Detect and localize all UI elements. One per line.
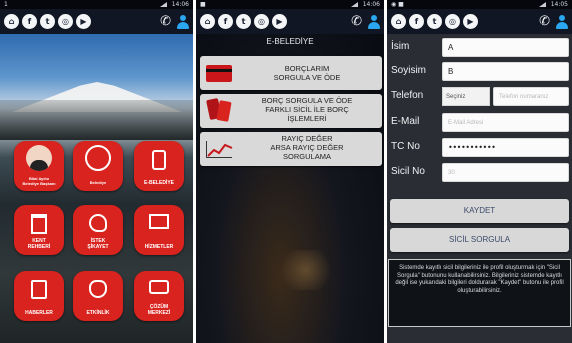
tile-e-belediye-label: E-BELEDİYE [143,180,174,186]
email-field[interactable]: E-Mail Adresi [442,113,569,132]
info-box: Sistemde kayıtlı sicil bilgileriniz ile … [388,259,571,327]
youtube-icon[interactable]: ▶ [272,14,287,29]
tile-haberler[interactable]: HABERLER [14,271,64,321]
surname-field[interactable]: B [442,62,569,81]
phone-call-icon[interactable]: ✆ [539,15,550,28]
status-time: 14:06 [362,1,380,8]
phone-prefix-select[interactable]: Seçiniz [442,87,490,106]
status-time: 14:05 [550,1,568,8]
save-button[interactable]: KAYDET [390,199,569,223]
twitter-icon[interactable]: t [40,14,55,29]
menu-borclarim-label: BORÇLARIM SORGULA VE ÖDE [273,64,341,82]
mobile-phone-icon [152,150,166,170]
tile-e-belediye[interactable]: E-BELEDİYE [134,141,184,191]
twitter-icon[interactable]: t [236,14,251,29]
instagram-icon[interactable]: ◎ [254,14,269,29]
youtube-icon[interactable]: ▶ [76,14,91,29]
theater-mask-icon [89,280,107,298]
name-field[interactable]: A [442,38,569,57]
municipality-seal-icon [85,145,111,171]
cards-icon [206,97,232,122]
tile-cozum-merkezi-label: ÇÖZÜM MERKEZİ [147,304,171,316]
home-icon[interactable]: ⌂ [4,14,19,29]
surname-label: Soyisim [391,65,427,76]
tile-kent-rehberi[interactable]: KENT REHBERİ [14,205,64,255]
facebook-icon[interactable]: f [218,14,233,29]
sicil-query-button[interactable]: SİCİL SORGULA [390,228,569,252]
signal-icon [539,2,546,7]
menu-rayic-deger[interactable]: RAYIÇ DEĞER ARSA RAYIÇ DEĞER SORGULAMA [200,132,382,166]
tile-municipality-label: Belediye [89,180,107,185]
user-profile-icon[interactable] [368,14,380,29]
line-chart-icon [206,141,233,158]
menu-farkli-sicil[interactable]: BORÇ SORGULA VE ÖDE FARKLI SİCİL İLE BOR… [200,94,382,128]
user-profile-icon[interactable] [556,14,568,29]
presentation-board-icon [149,214,169,229]
status-bar: 1 14:06 [0,0,193,9]
tile-cozum-merkezi[interactable]: ÇÖZÜM MERKEZİ [134,271,184,321]
user-profile-icon[interactable] [177,14,189,29]
facebook-icon[interactable]: f [409,14,424,29]
top-bar: ⌂ f t ◎ ▶ ✆ [0,9,193,34]
credit-card-icon [206,65,232,82]
menu-borclarim[interactable]: BORÇLARIM SORGULA VE ÖDE [200,56,382,90]
home-icon[interactable]: ⌂ [200,14,215,29]
phone-label: Telefon [391,90,424,101]
signal-icon [160,2,167,7]
instagram-icon[interactable]: ◎ [58,14,73,29]
tile-etkinlik[interactable]: ETKİNLİK [73,271,123,321]
e-belediye-screen: ■ 14:06 ⌂ f t ◎ ▶ ✆ E-BELEDİYE BORÇLARIM… [196,0,384,343]
menu-farkli-sicil-label: BORÇ SORGULA VE ÖDE FARKLI SİCİL İLE BOR… [261,96,353,123]
head-gear-icon [89,214,107,232]
instagram-icon[interactable]: ◎ [445,14,460,29]
tile-kent-rehberi-label: KENT REHBERİ [27,238,51,250]
sicil-field[interactable]: 30 [442,163,569,182]
facebook-icon[interactable]: f [22,14,37,29]
tile-haberler-label: HABERLER [25,310,53,316]
trees-image [0,100,193,140]
twitter-icon[interactable]: t [427,14,442,29]
tile-etkinlik-label: ETKİNLİK [86,310,110,316]
tile-mayor[interactable]: Bilal Ayılııı Belediye Başkanı [14,141,64,191]
youtube-icon[interactable]: ▶ [463,14,478,29]
status-time: 14:06 [171,1,189,8]
notification-icon: ◉ ■ [391,1,404,8]
column-icon [31,214,47,234]
profile-form-screen: ◉ ■ 14:05 ⌂ f t ◎ ▶ ✆ İsim A Soyisim B T… [387,0,572,343]
tile-hizmetler[interactable]: HİZMETLER [134,205,184,255]
home-screen: 1 14:06 ⌂ f t ◎ ▶ ✆ Bilal Ayılııı Beledi… [0,0,193,343]
top-bar: ⌂ f t ◎ ▶ ✆ [387,9,572,34]
tc-label: TC No [391,141,420,152]
phone-field[interactable]: Telefon numaranız [493,87,569,106]
notification-icon: 1 [4,1,8,8]
chat-bubbles-icon [149,280,169,294]
newspaper-icon [31,280,47,299]
tile-istek-sikayet-label: İSTEK ŞİKAYET [87,238,109,250]
tile-mayor-label: Bilal Ayılııı Belediye Başkanı [22,176,56,186]
menu-rayic-deger-label: RAYIÇ DEĞER ARSA RAYIÇ DEĞER SORGULAMA [270,134,344,161]
email-label: E-Mail [391,116,420,127]
page-title: E-BELEDİYE [266,37,314,46]
top-bar: ⌂ f t ◎ ▶ ✆ [196,9,384,34]
street-lights-image [276,250,336,290]
tile-hizmetler-label: HİZMETLER [144,244,174,250]
name-label: İsim [391,41,410,52]
sicil-label: Sicil No [391,166,425,177]
phone-call-icon[interactable]: ✆ [351,15,362,28]
home-icon[interactable]: ⌂ [391,14,406,29]
tile-istek-sikayet[interactable]: İSTEK ŞİKAYET [73,205,123,255]
status-bar: ■ 14:06 [196,0,384,9]
tc-field[interactable]: ••••••••••• [442,138,569,157]
tile-municipality[interactable]: Belediye [73,141,123,191]
mayor-photo-icon [26,145,52,171]
status-bar: ◉ ■ 14:05 [387,0,572,9]
notification-icon: ■ [200,1,206,8]
signal-icon [351,2,358,7]
phone-call-icon[interactable]: ✆ [160,15,171,28]
